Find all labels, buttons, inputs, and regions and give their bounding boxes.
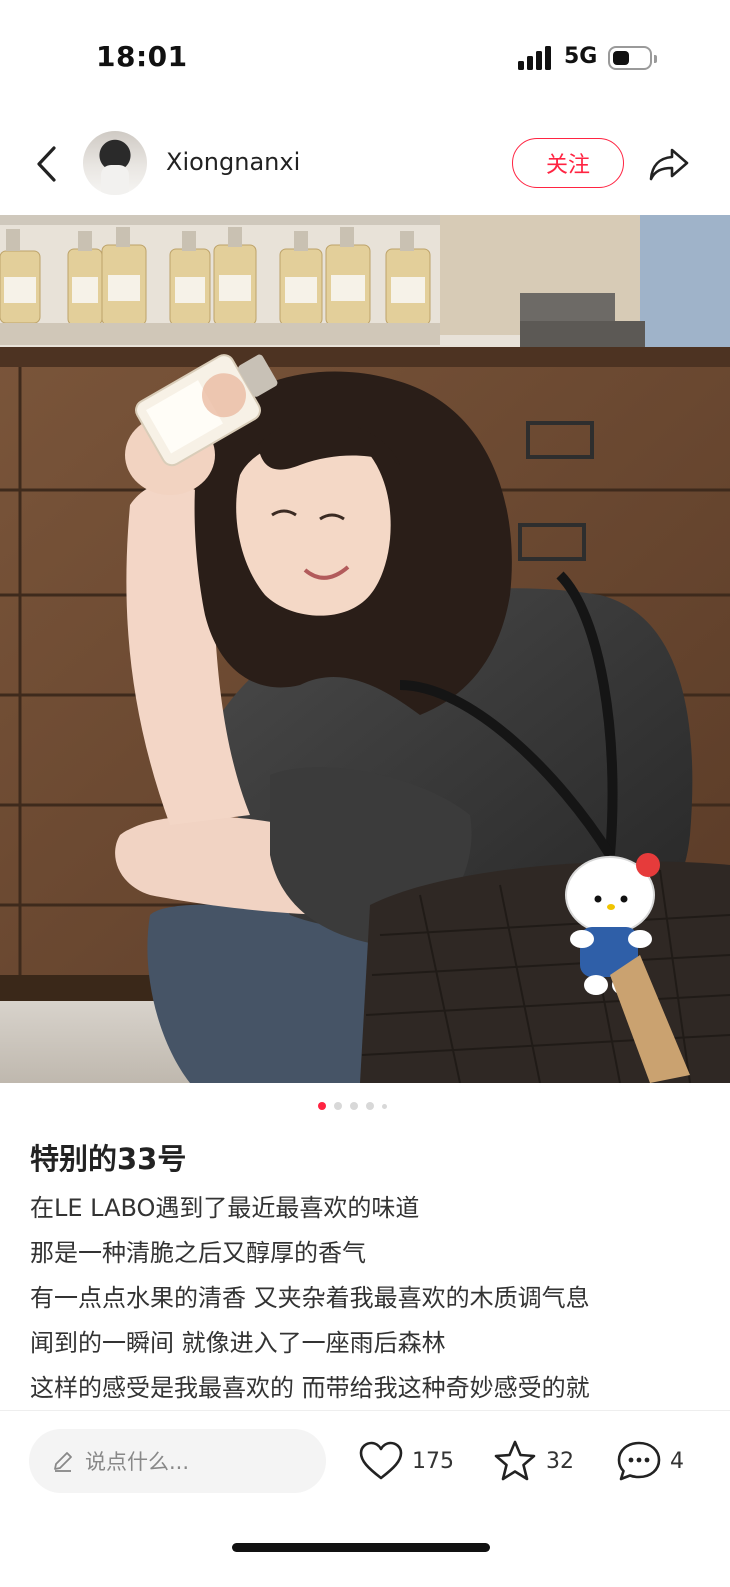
post-line: 这样的感受是我最喜欢的 而带给我这种奇妙感受的就 [30,1374,590,1402]
comment-count: 4 [670,1448,684,1474]
bottom-action-bar: 说点什么... 175 32 4 [0,1410,730,1520]
photo-illustration [0,215,730,1083]
share-icon [649,148,689,181]
carousel-indicator [318,1101,387,1111]
post-line: 在LE LABO遇到了最近最喜欢的味道 [30,1194,420,1222]
carousel-dot [382,1103,387,1109]
post-line: 闻到的一瞬间 就像进入了一座雨后森林 [30,1329,446,1357]
post-header: Xiongnanxi 关注 [0,120,730,210]
collect-button[interactable]: 32 [492,1435,574,1487]
carousel-dot [350,1102,358,1110]
comment-input[interactable]: 说点什么... [29,1429,326,1493]
post-line: 有一点点水果的清香 又夹杂着我最喜欢的木质调气息 [30,1284,590,1312]
star-icon [494,1440,536,1481]
carousel-dot [334,1102,342,1110]
signal-icon [518,46,556,70]
author-name[interactable]: Xiongnanxi [166,148,300,176]
battery-icon [608,46,657,70]
home-indicator[interactable] [232,1543,490,1552]
post-body: 在LE LABO遇到了最近最喜欢的味道 那是一种清脆之后又醇厚的香气 有一点点水… [30,1186,710,1414]
post-title: 特别的33号 [30,1142,187,1176]
carousel-dot [366,1102,374,1110]
like-button[interactable]: 175 [358,1435,454,1487]
comments-button[interactable]: 4 [616,1435,684,1487]
post-image[interactable] [0,215,730,1083]
collect-count: 32 [546,1448,574,1474]
carousel-dot-active [318,1102,326,1110]
like-count: 175 [412,1448,454,1474]
comment-placeholder: 说点什么... [85,1450,190,1474]
comment-icon [617,1441,661,1481]
pencil-icon [54,1452,72,1472]
status-time: 18:01 [96,40,188,73]
follow-button[interactable]: 关注 [512,138,624,188]
share-button[interactable] [646,142,692,186]
post-line: 那是一种清脆之后又醇厚的香气 [30,1239,366,1267]
status-bar: 18:01 5G [0,0,730,110]
avatar[interactable] [83,131,147,195]
back-icon [37,146,56,182]
back-button[interactable] [28,142,64,186]
network-label: 5G [564,44,598,69]
heart-icon [359,1441,403,1480]
